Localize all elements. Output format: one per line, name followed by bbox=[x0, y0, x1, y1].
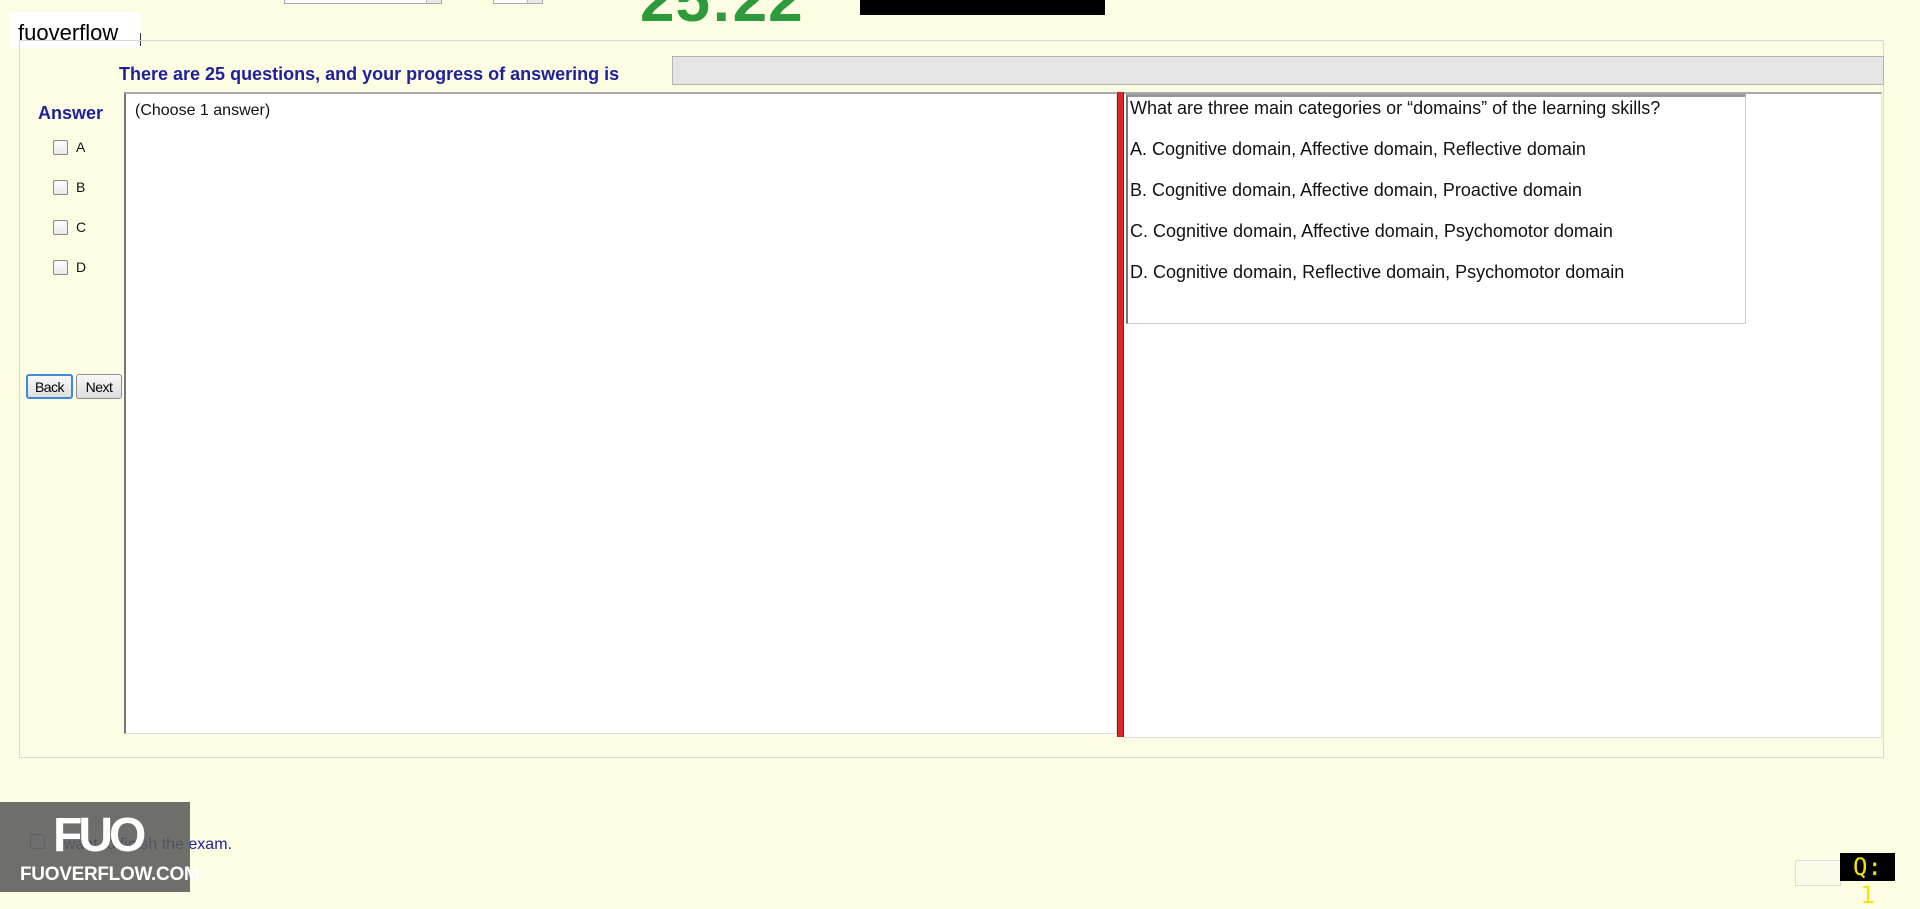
progress-bar bbox=[672, 56, 1884, 85]
choice-d-text: D. Cognitive domain, Reflective domain, … bbox=[1130, 262, 1625, 282]
logo-text: FUOVERFLOW.COM bbox=[20, 864, 200, 885]
top-combo-2[interactable] bbox=[493, 0, 543, 4]
option-d[interactable]: D bbox=[53, 259, 86, 275]
progress-label: There are 25 questions, and your progres… bbox=[119, 64, 620, 84]
top-combo-1[interactable] bbox=[284, 0, 442, 4]
question-jump-input[interactable] bbox=[1795, 860, 1841, 886]
black-status-box bbox=[860, 0, 1105, 15]
option-a-checkbox[interactable] bbox=[53, 139, 68, 155]
panel-splitter[interactable] bbox=[1117, 92, 1124, 737]
choice-a-text: A. Cognitive domain, Affective domain, R… bbox=[1130, 139, 1586, 159]
option-a-label: A bbox=[76, 139, 86, 155]
dropdown-arrow-icon[interactable] bbox=[426, 0, 441, 3]
option-c[interactable]: C bbox=[53, 219, 86, 235]
answer-hint: (Choose 1 answer) bbox=[135, 102, 271, 119]
option-a[interactable]: A bbox=[53, 139, 85, 155]
watermark-logo: FUO FUOVERFLOW.COM bbox=[0, 802, 200, 892]
question-counter: Q: 1 bbox=[1840, 853, 1895, 909]
answer-panel bbox=[124, 92, 1117, 734]
question-box bbox=[1126, 94, 1746, 324]
choice-c-text: C. Cognitive domain, Affective domain, P… bbox=[1130, 221, 1613, 241]
option-b[interactable]: B bbox=[53, 179, 85, 195]
logo-mark-text: FUO bbox=[53, 809, 146, 862]
question-text: What are three main categories or “domai… bbox=[1130, 98, 1661, 118]
dropdown-arrow-icon[interactable] bbox=[527, 0, 542, 3]
option-b-checkbox[interactable] bbox=[53, 179, 68, 195]
option-c-label: C bbox=[76, 219, 87, 235]
choice-b-text: B. Cognitive domain, Affective domain, P… bbox=[1130, 180, 1582, 200]
option-d-checkbox[interactable] bbox=[53, 259, 68, 275]
countdown-timer: 25:22 bbox=[640, 0, 804, 35]
option-d-label: D bbox=[76, 259, 87, 275]
option-c-checkbox[interactable] bbox=[53, 219, 68, 235]
answer-title: Answer bbox=[38, 103, 104, 123]
option-b-label: B bbox=[76, 179, 86, 195]
back-button[interactable]: Back bbox=[26, 374, 73, 399]
next-button[interactable]: Next bbox=[76, 374, 122, 399]
logo-mark: FUO bbox=[53, 808, 146, 863]
